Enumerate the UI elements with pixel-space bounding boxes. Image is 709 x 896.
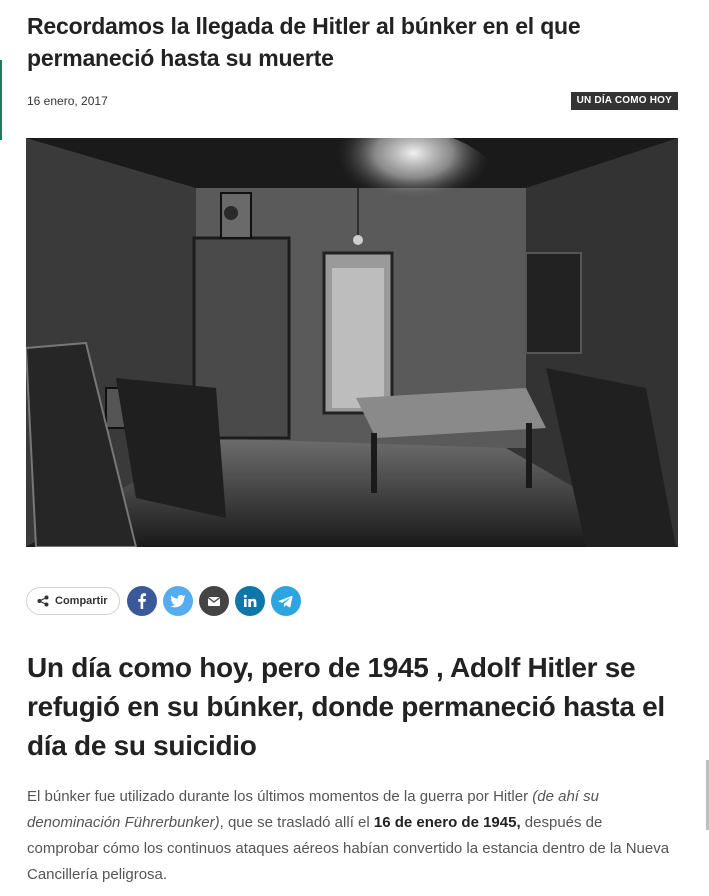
article-title: Recordamos la llegada de Hitler al búnke… xyxy=(27,13,581,71)
twitter-icon xyxy=(170,594,186,608)
body-text-1: El búnker fue utilizado durante los últi… xyxy=(27,788,533,805)
body-text-2: , que se trasladó allí el xyxy=(219,814,374,831)
facebook-share-button[interactable] xyxy=(127,586,157,616)
share-bar: Compartir xyxy=(26,586,426,618)
category-badge[interactable]: UN DÍA COMO HOY xyxy=(570,92,678,110)
share-button[interactable]: Compartir xyxy=(26,587,120,615)
article-subtitle: Un día como hoy, pero de 1945 , Adolf Hi… xyxy=(27,652,665,761)
telegram-share-button[interactable] xyxy=(271,586,301,616)
article-date: 16 enero, 2017 xyxy=(27,94,108,108)
article-photo-bunker-room xyxy=(26,138,678,547)
article-body-paragraph: El búnker fue utilizado durante los últi… xyxy=(27,784,672,888)
linkedin-icon xyxy=(243,594,257,607)
share-label: Compartir xyxy=(55,595,108,607)
share-icon xyxy=(37,595,49,607)
envelope-icon xyxy=(207,596,221,606)
body-text-bold-date: 16 de enero de 1945, xyxy=(373,814,521,831)
linkedin-share-button[interactable] xyxy=(235,586,265,616)
twitter-share-button[interactable] xyxy=(163,586,193,616)
email-share-button[interactable] xyxy=(199,586,229,616)
left-accent-bar xyxy=(0,60,2,140)
telegram-icon xyxy=(278,595,293,608)
facebook-icon xyxy=(138,593,146,609)
article-meta: 16 enero, 2017 UN DÍA COMO HOY xyxy=(27,92,678,112)
